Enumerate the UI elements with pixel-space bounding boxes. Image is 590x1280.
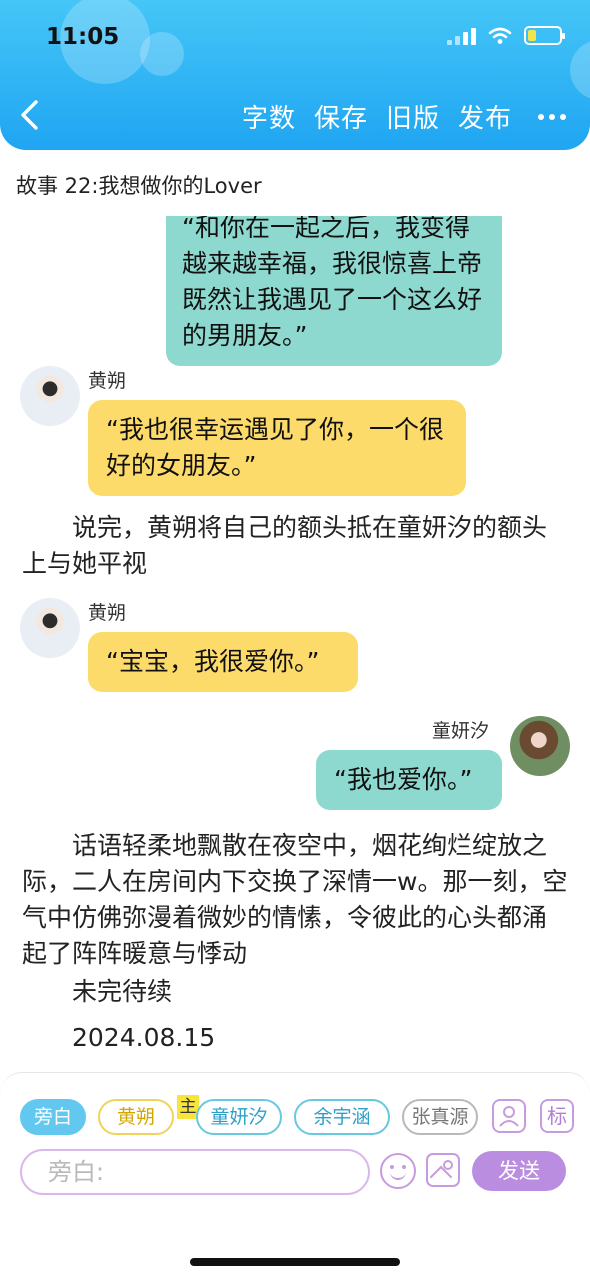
chevron-left-icon [21, 100, 38, 130]
back-button[interactable] [18, 98, 54, 142]
app-header: 11:05 字数 保存 旧版 发布 [0, 0, 590, 150]
wifi-icon [488, 27, 512, 44]
narration-text[interactable]: 2024.08.15 [22, 1020, 570, 1056]
narration-text[interactable]: 未完待续 [22, 974, 570, 1010]
mark-button[interactable]: 标 [540, 1099, 574, 1133]
speaker-name: 黄朔 [88, 370, 127, 392]
status-time: 11:05 [46, 24, 120, 50]
battery-icon [524, 26, 565, 45]
emoji-icon[interactable] [380, 1153, 416, 1189]
avatar-huangshuo[interactable] [20, 598, 80, 658]
top-actions: 字数 保存 旧版 发布 [242, 98, 566, 135]
more-button[interactable] [530, 113, 566, 120]
header-decoration [140, 32, 184, 76]
story-title: 故事 22:我想做你的Lover [16, 174, 262, 198]
send-button[interactable]: 发送 [472, 1151, 566, 1191]
role-chip-tongyanxi[interactable]: 童妍汐 [196, 1099, 282, 1135]
role-chip-huangshuo[interactable]: 黄朔 [98, 1099, 174, 1135]
speaker-name: 黄朔 [88, 602, 127, 624]
chat-bubble[interactable]: “宝宝，我很爱你。” [88, 632, 358, 692]
save-button[interactable]: 保存 [314, 98, 368, 135]
publish-button[interactable]: 发布 [458, 98, 512, 135]
chat-bubble[interactable]: “和你在一起之后，我变得越来越幸福，我很惊喜上帝既然让我遇见了一个这么好的男朋友… [166, 216, 502, 366]
chat-bubble[interactable]: “我也爱你。” [316, 750, 502, 810]
story-content: “和你在一起之后，我变得越来越幸福，我很惊喜上帝既然让我遇见了一个这么好的男朋友… [0, 216, 590, 1068]
avatar-huangshuo[interactable] [20, 366, 80, 426]
cellular-signal-icon [447, 27, 476, 45]
chat-bubble[interactable]: “我也很幸运遇见了你，一个很好的女朋友。” [88, 400, 466, 496]
message-input[interactable]: 旁白: [20, 1149, 370, 1195]
speaker-name: 童妍汐 [432, 720, 490, 742]
old-version-button[interactable]: 旧版 [386, 98, 440, 135]
image-icon[interactable] [426, 1153, 460, 1187]
avatar-tongyanxi[interactable] [510, 716, 570, 776]
role-chip-zhangzhenyuan[interactable]: 张真源 [402, 1099, 478, 1135]
home-indicator [190, 1258, 400, 1266]
add-role-icon[interactable] [492, 1099, 526, 1133]
narration-text[interactable]: 话语轻柔地飘散在夜空中，烟花绚烂绽放之际，二人在房间内下交换了深情一w。那一刻，… [22, 828, 570, 972]
role-chip-yuyuhan[interactable]: 余宇涵 [294, 1099, 390, 1135]
header-decoration [570, 40, 590, 100]
role-chip-narrator[interactable]: 旁白 [20, 1099, 86, 1135]
person-icon [499, 1106, 519, 1127]
composer-panel: 旁白 黄朔 主 童妍汐 余宇涵 张真源 标 旁白: 发送 [0, 1072, 590, 1280]
narration-text[interactable]: 说完，黄朔将自己的额头抵在童妍汐的额头上与她平视 [22, 510, 570, 582]
word-count-button[interactable]: 字数 [242, 98, 296, 135]
status-icons [447, 26, 565, 45]
